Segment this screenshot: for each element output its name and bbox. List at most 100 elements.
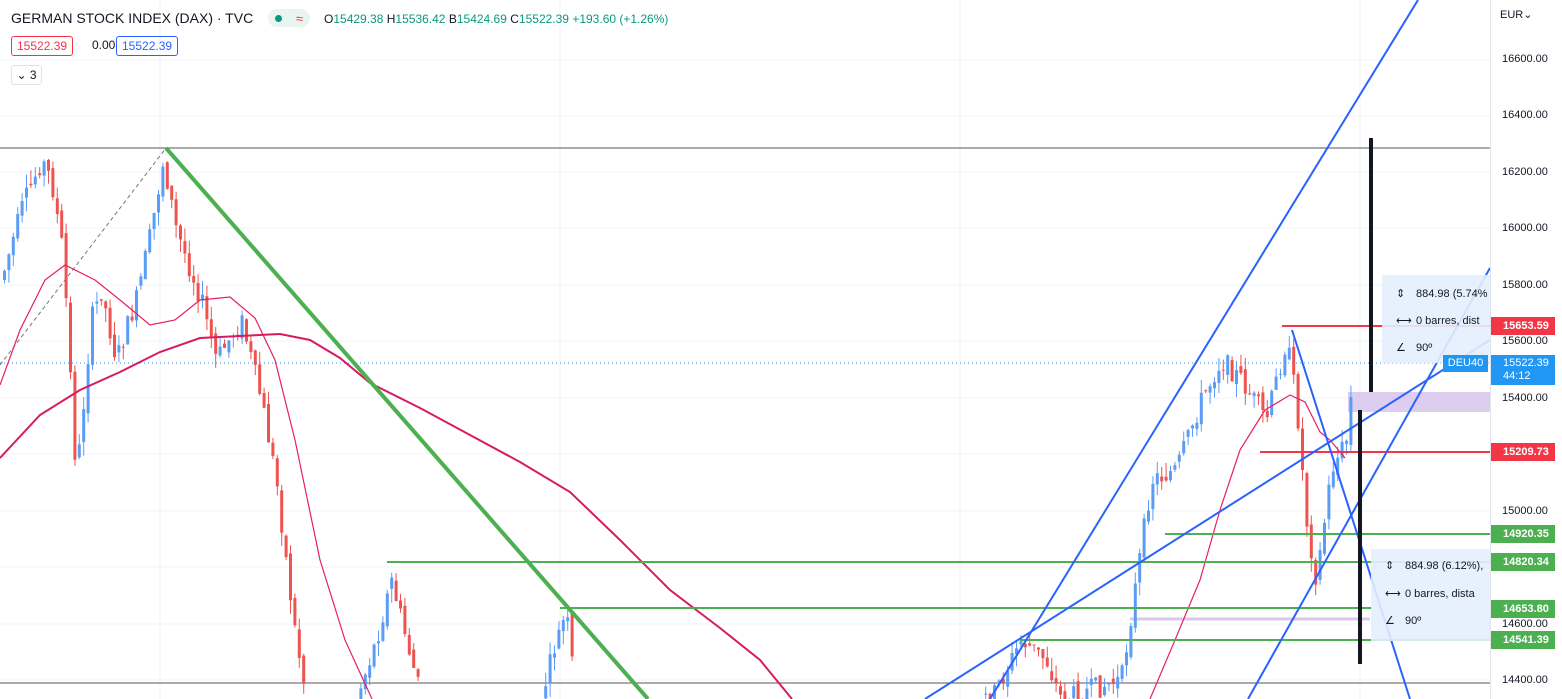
candle-body: [1182, 441, 1186, 454]
candle-body: [275, 458, 279, 487]
candle-body: [1239, 366, 1243, 374]
candle-body: [544, 686, 548, 699]
candle-body: [148, 229, 152, 253]
candle-body: [95, 301, 99, 304]
symbol-title[interactable]: GERMAN STOCK INDEX (DAX) · TVC: [11, 10, 253, 26]
delayed-data-icon: ≈: [295, 10, 304, 26]
candle-body: [1261, 392, 1265, 411]
candle-body: [262, 393, 266, 408]
candle-body: [1283, 354, 1287, 376]
candle-body: [1120, 665, 1124, 679]
angle-icon: ∠: [1385, 615, 1395, 627]
price-tick: 16400.00: [1502, 109, 1548, 121]
candle-body: [412, 649, 416, 669]
candle-body: [60, 210, 64, 238]
market-open-dot-icon: [274, 14, 282, 22]
candle-body: [209, 319, 213, 338]
candle-body: [20, 200, 24, 216]
price-tick: 16200.00: [1502, 166, 1548, 178]
candle-body: [385, 593, 389, 627]
candle-body: [1301, 428, 1304, 471]
candle-body: [1125, 652, 1128, 666]
measure-angle: 90º: [1416, 342, 1433, 354]
candle-body: [1327, 484, 1331, 520]
candle-body: [394, 580, 398, 601]
candle-body: [1252, 392, 1256, 397]
chart-canvas[interactable]: [0, 0, 1490, 699]
candle-body: [183, 241, 187, 254]
candle-body: [42, 161, 46, 176]
candle-body: [1230, 360, 1234, 382]
candle-body: [1309, 524, 1313, 559]
market-status-pill[interactable]: ≈: [268, 9, 310, 27]
price-label-14653: 14653.80: [1491, 600, 1555, 618]
currency-selector[interactable]: EUR⌄: [1500, 8, 1532, 21]
measure-angle: 90º: [1405, 615, 1422, 627]
candle-body: [165, 162, 169, 189]
price-label-14920: 14920.35: [1491, 525, 1555, 543]
measure-range: 884.98 (5.74%: [1416, 288, 1488, 300]
candle-body: [1155, 473, 1159, 485]
candle-body: [1345, 440, 1348, 444]
candle-body: [561, 620, 565, 632]
candle-body: [16, 213, 20, 239]
candle-body: [51, 168, 55, 198]
candle-body: [377, 641, 380, 644]
price-label-14541: 14541.39: [1491, 631, 1555, 649]
bars-icon: ⟷: [1385, 588, 1401, 600]
candle-body: [1191, 425, 1194, 429]
candle-body: [1292, 346, 1296, 375]
candle-body: [280, 490, 284, 533]
candle-body: [267, 404, 270, 443]
candle-body: [55, 198, 59, 215]
candle-body: [1041, 649, 1045, 659]
candle-body: [117, 345, 121, 353]
candle-body: [1059, 686, 1062, 695]
angle-icon: ∠: [1396, 342, 1406, 354]
range-icon: ⇕: [1396, 288, 1406, 300]
candle-body: [1037, 647, 1040, 650]
candle-body: [108, 307, 112, 339]
indicator-count: 3: [29, 68, 37, 82]
candle-body: [192, 276, 196, 283]
price-axis[interactable]: [1490, 0, 1562, 699]
price-label-15209: 15209.73: [1491, 443, 1555, 461]
candle-body: [223, 343, 226, 348]
candle-body: [179, 225, 182, 240]
candle-body: [249, 341, 253, 353]
candle-body: [557, 629, 561, 649]
candle-body: [553, 653, 556, 658]
price-tick: 16600.00: [1502, 53, 1548, 65]
candle-body: [196, 283, 200, 302]
price-tick: 15600.00: [1502, 335, 1548, 347]
candle-body: [1169, 471, 1172, 481]
measure-info-box-lower[interactable]: ⇕ 884.98 (6.12%), ⟷ 0 barres, dista ∠ 90º: [1371, 549, 1490, 641]
candle-body: [284, 535, 288, 558]
candle-body: [47, 159, 50, 171]
candle-body: [1331, 471, 1335, 488]
currency-label: EUR: [1500, 9, 1524, 21]
candle-body: [1318, 550, 1322, 580]
candle-body: [1177, 454, 1181, 462]
candle-body: [77, 444, 81, 458]
candle-body: [157, 194, 160, 213]
candle-body: [227, 340, 231, 353]
candle-body: [1107, 683, 1111, 685]
candle-body: [403, 605, 407, 635]
sell-price-button[interactable]: 15522.39: [11, 36, 74, 56]
candle-body: [33, 176, 37, 185]
indicators-toggle-button[interactable]: ⌄ 3: [11, 65, 42, 85]
candle-body: [570, 612, 574, 657]
dashed-trend-line[interactable]: [0, 147, 167, 366]
candle-body: [372, 644, 376, 667]
buy-price-button[interactable]: 15522.39: [116, 36, 179, 56]
price-label-15653: 15653.59: [1491, 317, 1555, 335]
candle-body: [1204, 390, 1208, 392]
fast-moving-average: [0, 264, 373, 699]
candle-body: [73, 371, 77, 460]
candle-body: [297, 629, 301, 658]
downtrend-line[interactable]: [164, 146, 650, 699]
measure-info-box-upper[interactable]: ⇕ 884.98 (5.74% ⟷ 0 barres, dist ∠ 90º: [1382, 275, 1490, 363]
chevron-down-icon: ⌄: [16, 68, 27, 82]
candle-body: [1323, 522, 1326, 554]
